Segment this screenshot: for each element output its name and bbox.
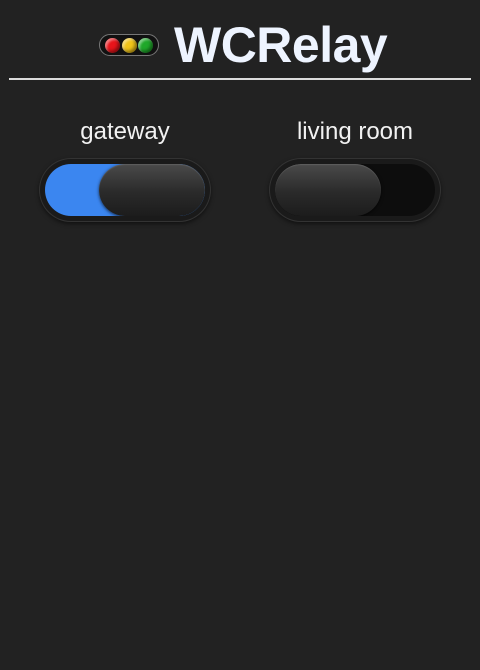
toggle-track: [45, 164, 205, 216]
toggle-track: [275, 164, 435, 216]
yellow-lamp-icon: [121, 37, 137, 53]
app-header: WCRelay: [0, 0, 480, 80]
header-divider: [9, 78, 471, 80]
traffic-light-icon: [99, 34, 159, 56]
relay-toggle-living-room[interactable]: [269, 158, 441, 222]
relay-gateway: gateway: [39, 116, 211, 222]
relay-label-gateway: gateway: [80, 118, 170, 145]
red-lamp-icon: [104, 37, 120, 53]
toggle-knob[interactable]: [99, 164, 205, 216]
green-lamp-icon: [138, 37, 154, 53]
relay-living-room: living room: [269, 116, 441, 222]
relay-label-living-room: living room: [296, 118, 414, 145]
app-title: WCRelay: [174, 17, 388, 73]
relay-toggle-gateway[interactable]: [39, 158, 211, 222]
toggle-knob[interactable]: [275, 164, 381, 216]
